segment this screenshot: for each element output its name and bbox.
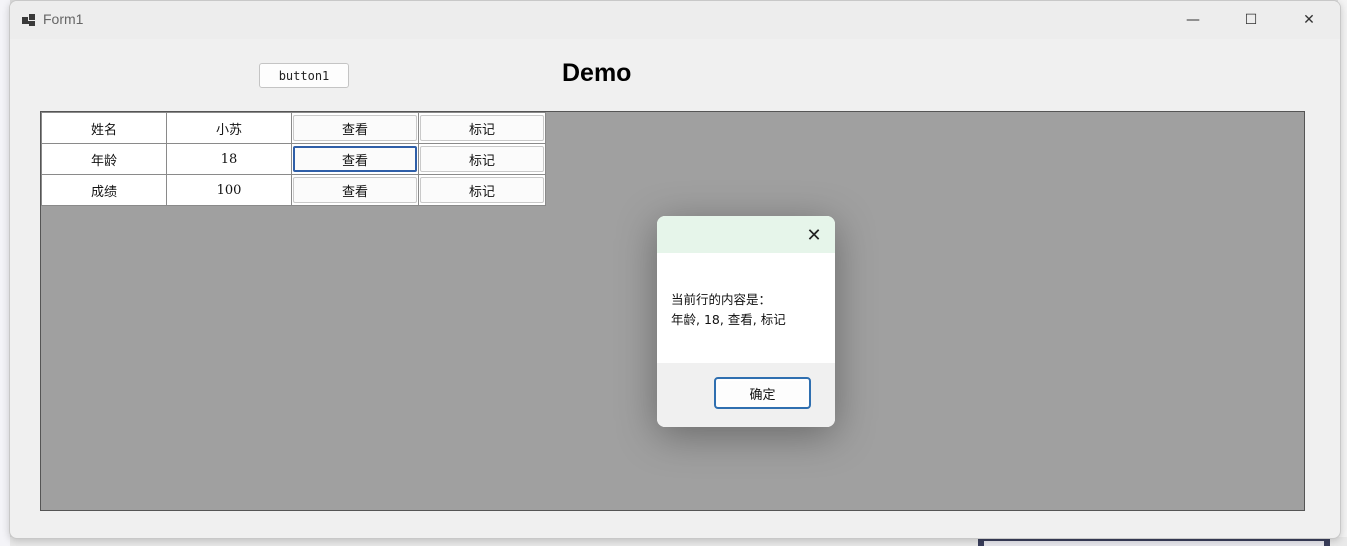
grid-cell[interactable]: 成绩: [41, 174, 167, 206]
grid-button-cell: 标记: [418, 174, 546, 206]
close-button[interactable]: ✕: [1280, 1, 1338, 39]
window-title: Form1: [43, 11, 84, 27]
grid-cell[interactable]: 18: [166, 143, 292, 175]
close-icon: ✕: [1303, 12, 1315, 28]
maximize-icon: ☐: [1244, 12, 1258, 28]
data-grid: 姓名 小苏 查看 标记 年龄 18 查看 标记 成绩 100 查看 标记: [41, 112, 546, 206]
mark-button[interactable]: 标记: [420, 146, 544, 172]
maximize-button[interactable]: ☐: [1222, 1, 1280, 39]
message-box-footer: 确定: [657, 363, 835, 427]
grid-button-cell: 查看: [291, 112, 419, 144]
message-box-header: ✕: [657, 216, 835, 253]
grid-cell[interactable]: 小苏: [166, 112, 292, 144]
view-button-focused[interactable]: 查看: [293, 146, 417, 172]
demo-label: Demo: [562, 59, 632, 87]
close-icon: ✕: [806, 224, 822, 246]
app-icon: [22, 13, 36, 27]
grid-button-cell: 标记: [418, 112, 546, 144]
title-bar[interactable]: Form1 — ☐ ✕: [10, 1, 1340, 39]
view-button[interactable]: 查看: [293, 115, 417, 141]
minimize-button[interactable]: —: [1164, 1, 1222, 39]
view-button[interactable]: 查看: [293, 177, 417, 203]
message-line-2: 年龄, 18, 查看, 标记: [671, 312, 786, 327]
ok-button[interactable]: 确定: [714, 377, 811, 409]
table-row[interactable]: 姓名 小苏 查看 标记: [41, 112, 546, 144]
message-box: ✕ 当前行的内容是： 年龄, 18, 查看, 标记 确定: [657, 216, 835, 427]
grid-button-cell: 查看: [291, 143, 419, 175]
mark-button[interactable]: 标记: [420, 115, 544, 141]
grid-cell[interactable]: 100: [166, 174, 292, 206]
button1[interactable]: button1: [259, 63, 349, 88]
grid-button-cell: 查看: [291, 174, 419, 206]
message-box-close-button[interactable]: ✕: [803, 224, 825, 246]
minimize-icon: —: [1186, 12, 1200, 28]
grid-button-cell: 标记: [418, 143, 546, 175]
grid-cell[interactable]: 姓名: [41, 112, 167, 144]
grid-cell[interactable]: 年龄: [41, 143, 167, 175]
table-row[interactable]: 成绩 100 查看 标记: [41, 174, 546, 206]
form1-window: Form1 — ☐ ✕ button1 Demo 姓名 小苏 查看 标记 年龄 …: [9, 0, 1341, 539]
mark-button[interactable]: 标记: [420, 177, 544, 203]
message-line-1: 当前行的内容是：: [671, 292, 772, 307]
table-row[interactable]: 年龄 18 查看 标记: [41, 143, 546, 175]
message-text: 当前行的内容是： 年龄, 18, 查看, 标记: [671, 290, 831, 330]
